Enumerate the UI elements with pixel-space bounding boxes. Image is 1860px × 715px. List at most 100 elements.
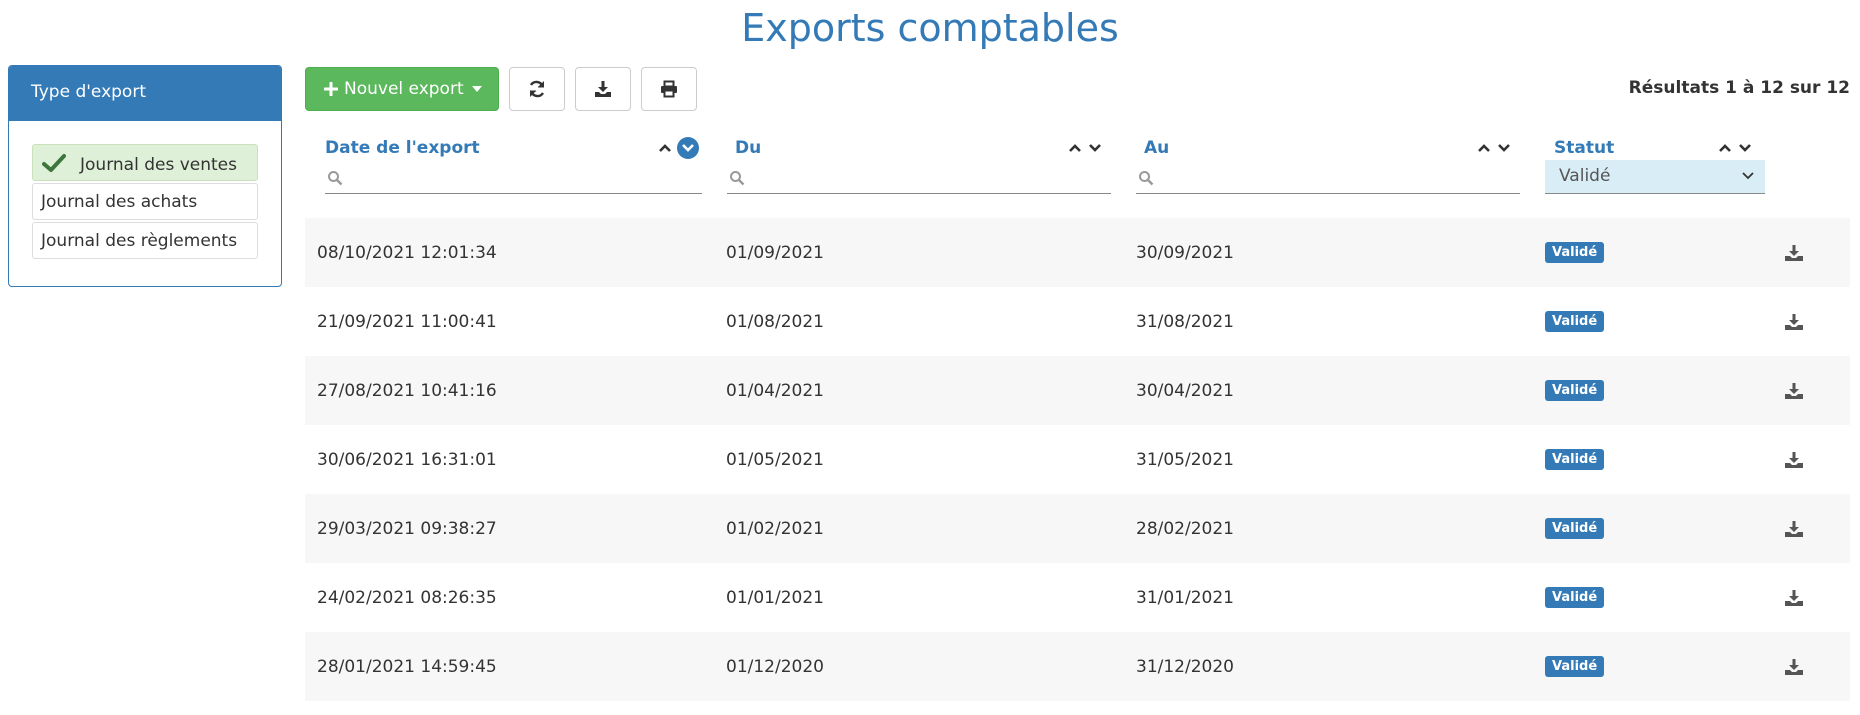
table-row: 08/10/2021 12:01:34 01/09/2021 30/09/202… <box>305 218 1850 287</box>
cell-au: 31/12/2020 <box>1136 656 1234 677</box>
search-field-du <box>727 162 1111 194</box>
check-icon <box>42 154 66 172</box>
status-badge: Validé <box>1545 587 1605 608</box>
cell-status: Validé <box>1545 287 1605 356</box>
cell-export-date: 29/03/2021 09:38:27 <box>317 518 497 539</box>
cell-export-date: 28/01/2021 14:59:45 <box>317 656 497 677</box>
print-button[interactable] <box>641 67 697 111</box>
cell-status: Validé <box>1545 356 1605 425</box>
table-row: 21/09/2021 11:00:41 01/08/2021 31/08/202… <box>305 287 1850 356</box>
cell-status: Validé <box>1545 563 1605 632</box>
download-icon[interactable] <box>1784 382 1804 400</box>
search-input-date[interactable] <box>343 163 702 192</box>
filter-item-journal-reglements[interactable]: Journal des règlements <box>32 222 258 259</box>
filter-item-journal-ventes[interactable]: Journal des ventes <box>32 144 258 181</box>
refresh-button[interactable] <box>509 67 565 111</box>
cell-export-date: 27/08/2021 10:41:16 <box>317 380 497 401</box>
cell-export-date: 30/06/2021 16:31:01 <box>317 449 497 470</box>
search-field-au <box>1136 162 1520 194</box>
download-icon[interactable] <box>1784 658 1804 676</box>
search-icon <box>730 170 745 185</box>
cell-status: Validé <box>1545 218 1605 287</box>
cell-du: 01/04/2021 <box>726 380 824 401</box>
cell-action <box>1784 494 1804 563</box>
download-icon[interactable] <box>1784 451 1804 469</box>
table-row: 27/08/2021 10:41:16 01/04/2021 30/04/202… <box>305 356 1850 425</box>
filter-item-journal-achats[interactable]: Journal des achats <box>32 183 258 220</box>
status-filter-select[interactable]: Validé <box>1545 160 1765 194</box>
column-header-au: Au <box>1136 133 1520 195</box>
cell-status: Validé <box>1545 494 1605 563</box>
refresh-icon <box>529 80 545 98</box>
table-row: 29/03/2021 09:38:27 01/02/2021 28/02/202… <box>305 494 1850 563</box>
plus-icon <box>324 82 338 96</box>
column-title-du[interactable]: Du <box>735 138 761 158</box>
filter-item-label: Journal des règlements <box>41 231 238 251</box>
download-icon[interactable] <box>1784 589 1804 607</box>
column-title-au[interactable]: Au <box>1144 138 1169 158</box>
status-badge: Validé <box>1545 242 1605 263</box>
cell-status: Validé <box>1545 425 1605 494</box>
table-row: 28/01/2021 14:59:45 01/12/2020 31/12/202… <box>305 632 1850 701</box>
search-input-au[interactable] <box>1154 163 1520 192</box>
cell-action <box>1784 287 1804 356</box>
sort-up-icon[interactable] <box>1067 142 1083 154</box>
download-icon[interactable] <box>1784 244 1804 262</box>
cell-au: 30/04/2021 <box>1136 380 1234 401</box>
new-export-label: Nouvel export <box>344 79 464 99</box>
cell-export-date: 24/02/2021 08:26:35 <box>317 587 497 608</box>
cell-du: 01/09/2021 <box>726 242 824 263</box>
sort-controls-au <box>1476 136 1512 160</box>
table-row: 24/02/2021 08:26:35 01/01/2021 31/01/202… <box>305 563 1850 632</box>
cell-au: 31/08/2021 <box>1136 311 1234 332</box>
export-type-list: Journal des ventes Journal des achats Jo… <box>9 121 281 259</box>
cell-export-date: 21/09/2021 11:00:41 <box>317 311 497 332</box>
sort-controls-date <box>657 136 699 160</box>
page-title: Exports comptables <box>741 6 1119 50</box>
sort-up-icon[interactable] <box>657 142 673 154</box>
sort-up-icon[interactable] <box>1476 142 1492 154</box>
cell-action <box>1784 563 1804 632</box>
cell-du: 01/05/2021 <box>726 449 824 470</box>
sort-down-active-icon[interactable] <box>677 137 699 159</box>
search-input-du[interactable] <box>745 163 1111 192</box>
cell-action <box>1784 425 1804 494</box>
download-icon[interactable] <box>1784 313 1804 331</box>
filter-item-label: Journal des achats <box>41 192 198 212</box>
new-export-button[interactable]: Nouvel export <box>305 67 499 111</box>
sort-down-icon[interactable] <box>1087 142 1103 154</box>
status-badge: Validé <box>1545 518 1605 539</box>
status-badge: Validé <box>1545 449 1605 470</box>
cell-action <box>1784 218 1804 287</box>
status-filter-value: Validé <box>1559 166 1611 186</box>
status-badge: Validé <box>1545 656 1605 677</box>
column-header-date: Date de l'export <box>325 133 702 195</box>
export-download-button[interactable] <box>575 67 631 111</box>
print-icon <box>661 80 677 98</box>
download-icon[interactable] <box>1784 520 1804 538</box>
sort-up-icon[interactable] <box>1717 142 1733 154</box>
sort-down-icon[interactable] <box>1737 142 1753 154</box>
download-icon <box>595 81 611 97</box>
export-type-panel: Type d'export Journal des ventes Journal… <box>8 65 282 287</box>
status-badge: Validé <box>1545 311 1605 332</box>
cell-export-date: 08/10/2021 12:01:34 <box>317 242 497 263</box>
cell-du: 01/12/2020 <box>726 656 824 677</box>
cell-action <box>1784 356 1804 425</box>
export-type-heading: Type d'export <box>9 66 281 121</box>
cell-au: 30/09/2021 <box>1136 242 1234 263</box>
cell-au: 31/01/2021 <box>1136 587 1234 608</box>
search-icon <box>328 170 343 185</box>
cell-au: 31/05/2021 <box>1136 449 1234 470</box>
filter-item-label: Journal des ventes <box>80 155 237 175</box>
column-title-date[interactable]: Date de l'export <box>325 138 480 158</box>
results-count: Résultats 1 à 12 sur 12 <box>1628 78 1850 98</box>
status-badge: Validé <box>1545 380 1605 401</box>
sort-down-icon[interactable] <box>1496 142 1512 154</box>
cell-du: 01/08/2021 <box>726 311 824 332</box>
search-icon <box>1139 170 1154 185</box>
chevron-down-icon <box>1742 172 1754 180</box>
column-title-status[interactable]: Statut <box>1554 138 1614 158</box>
exports-table: 08/10/2021 12:01:34 01/09/2021 30/09/202… <box>305 218 1850 701</box>
column-header-status: Statut Validé <box>1545 133 1765 195</box>
